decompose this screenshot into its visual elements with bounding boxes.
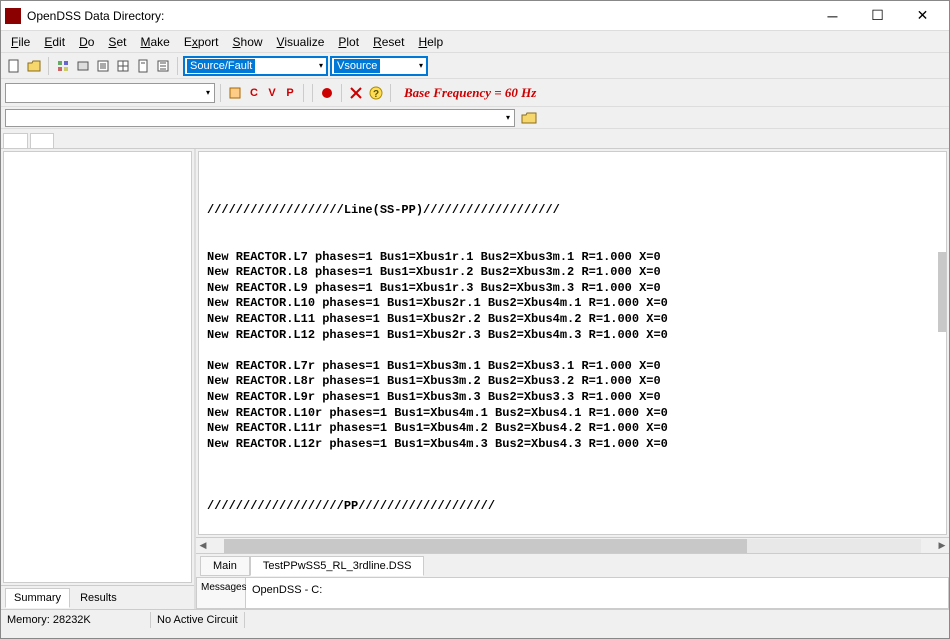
compile-icon[interactable] [54, 57, 72, 75]
menu-reset[interactable]: Reset [367, 33, 410, 51]
toolbar-secondary: ▾ C V P ? Base Frequency = 60 Hz [1, 79, 949, 107]
record-icon[interactable] [318, 84, 336, 102]
small-tabbar [1, 129, 949, 149]
right-panel: ///////////////////Line(SS-PP)//////////… [196, 149, 949, 609]
tab-file[interactable]: TestPPwSS5_RL_3rdline.DSS [250, 556, 425, 576]
open-folder-icon[interactable] [25, 57, 43, 75]
command-input[interactable]: ▾ [5, 83, 215, 103]
scroll-left-icon[interactable]: ◀ [196, 539, 210, 553]
toolbar-path: ▾ [1, 107, 949, 129]
menu-make[interactable]: Make [134, 33, 175, 51]
chevron-down-icon: ▾ [319, 61, 323, 70]
vertical-scrollbar[interactable] [938, 252, 946, 332]
statusbar: Memory: 28232K No Active Circuit [1, 609, 949, 629]
chevron-down-icon: ▾ [419, 61, 423, 70]
svg-text:?: ? [373, 89, 379, 100]
small-tab-1[interactable] [3, 133, 28, 148]
maximize-button[interactable]: ☐ [855, 2, 900, 30]
report-icon[interactable] [134, 57, 152, 75]
left-content-area [3, 151, 192, 583]
tab-summary[interactable]: Summary [5, 588, 70, 608]
menu-do[interactable]: Do [73, 33, 100, 51]
summary-icon[interactable] [94, 57, 112, 75]
menu-set[interactable]: Set [102, 33, 132, 51]
close-button[interactable]: ✕ [900, 2, 945, 30]
new-file-icon[interactable] [5, 57, 23, 75]
status-memory: Memory: 28232K [1, 612, 151, 628]
app-icon [5, 8, 21, 24]
chevron-down-icon: ▾ [206, 88, 210, 97]
status-circuit: No Active Circuit [151, 612, 245, 628]
element-combo[interactable]: Vsource▾ [330, 56, 428, 76]
minimize-button[interactable]: ─ [810, 2, 855, 30]
grid-icon[interactable] [114, 57, 132, 75]
tab-results[interactable]: Results [72, 589, 125, 607]
small-tab-2[interactable] [30, 133, 55, 148]
cancel-icon[interactable] [347, 84, 365, 102]
menubar: File Edit Do Set Make Export Show Visual… [1, 31, 949, 53]
menu-plot[interactable]: Plot [332, 33, 365, 51]
menu-help[interactable]: Help [412, 33, 449, 51]
path-combo[interactable]: ▾ [5, 109, 515, 127]
menu-edit[interactable]: Edit [38, 33, 71, 51]
messages-label: Messages [196, 578, 246, 609]
solve-icon[interactable] [74, 57, 92, 75]
menu-visualize[interactable]: Visualize [271, 33, 331, 51]
class-combo[interactable]: Source/Fault▾ [183, 56, 328, 76]
chevron-down-icon: ▾ [506, 113, 510, 122]
p-button[interactable]: P [282, 85, 298, 101]
tab-main[interactable]: Main [200, 556, 250, 576]
window-title: OpenDSS Data Directory: [27, 9, 810, 23]
scroll-right-icon[interactable]: ▶ [935, 539, 949, 553]
v-button[interactable]: V [264, 85, 280, 101]
menu-export[interactable]: Export [178, 33, 225, 51]
menu-file[interactable]: File [5, 33, 36, 51]
menu-show[interactable]: Show [227, 33, 269, 51]
edit-script-icon[interactable] [226, 84, 244, 102]
horizontal-scrollbar[interactable]: ◀ ▶ [196, 537, 949, 553]
titlebar: OpenDSS Data Directory: ─ ☐ ✕ [1, 1, 949, 31]
list-icon[interactable] [154, 57, 172, 75]
code-editor[interactable]: ///////////////////Line(SS-PP)//////////… [198, 151, 947, 535]
c-button[interactable]: C [246, 85, 262, 101]
messages-content: OpenDSS - C: [246, 578, 949, 609]
left-panel: Summary Results [1, 149, 196, 609]
base-frequency-label: Base Frequency = 60 Hz [404, 85, 536, 101]
browse-folder-icon[interactable] [521, 111, 537, 125]
toolbar-main: Source/Fault▾ Vsource▾ [1, 53, 949, 79]
help-icon[interactable]: ? [367, 84, 385, 102]
